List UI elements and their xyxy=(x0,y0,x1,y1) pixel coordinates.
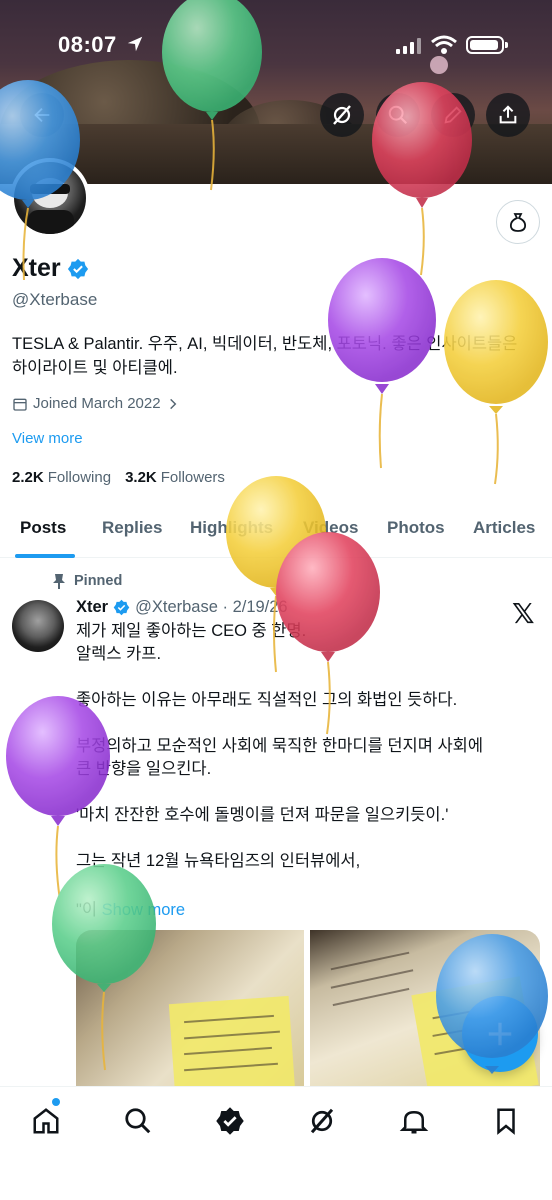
plus-icon xyxy=(488,1022,512,1046)
grok-icon xyxy=(310,1108,334,1134)
home-icon xyxy=(33,1108,59,1134)
home-notification-dot xyxy=(52,1098,60,1106)
post-line xyxy=(76,666,546,689)
chevron-right-icon[interactable] xyxy=(166,397,180,411)
post-body[interactable]: 제가 제일 좋아하는 CEO 중 한명. 알렉스 카프. 좋아하는 이유는 아무… xyxy=(76,620,546,873)
show-more-link[interactable]: Show more xyxy=(102,901,185,919)
nav-notifications[interactable] xyxy=(394,1101,434,1141)
back-button[interactable] xyxy=(20,93,64,137)
post-line: '마치 잔잔한 호수에 돌멩이를 던져 파문을 일으키듯이.' xyxy=(76,806,449,824)
follow-stats: 2.2K Following 3.2K Followers xyxy=(12,469,225,486)
nav-bookmarks[interactable] xyxy=(486,1101,526,1141)
battery-icon xyxy=(466,36,508,54)
nav-search[interactable] xyxy=(118,1101,158,1141)
verified-badge-icon xyxy=(67,258,88,279)
verified-badge-icon xyxy=(113,599,130,616)
wifi-icon xyxy=(431,35,457,54)
location-arrow-icon xyxy=(127,36,143,52)
subscribe-button[interactable] xyxy=(496,200,540,244)
followers-count: 3.2K xyxy=(125,469,157,486)
post-header: Xter @Xterbase · 2/19/26 xyxy=(76,598,288,617)
status-bar: 08:07 xyxy=(0,0,552,90)
verified-badge-icon xyxy=(216,1107,244,1135)
following-link[interactable]: 2.2K Following xyxy=(12,469,111,486)
bottom-nav xyxy=(0,1086,552,1200)
bio-line: TESLA & Palantir. 우주, AI, 빅데이터, 반도체, 포토닉… xyxy=(12,335,518,353)
followers-link[interactable]: 3.2K Followers xyxy=(125,469,225,486)
post-author-name[interactable]: Xter xyxy=(76,598,108,617)
share-icon xyxy=(499,105,517,124)
tab-highlights[interactable]: Highlights xyxy=(190,518,273,538)
post-line: 부정의하고 모순적인 사회에 묵직한 한마디를 던지며 사회에 xyxy=(76,737,484,755)
profile-handle: @Xterbase xyxy=(12,290,98,309)
post-handle-date: @Xterbase · 2/19/26 xyxy=(135,598,288,616)
tab-replies[interactable]: Replies xyxy=(102,518,162,538)
show-more-row: "이 Show more xyxy=(76,896,185,920)
pinned-text: Pinned xyxy=(74,573,123,589)
post-line: 그는 작년 12월 뉴욕타임즈의 인터뷰에서, xyxy=(76,852,361,870)
search-icon xyxy=(125,1108,151,1134)
bio-line: 하이라이트 및 아티클에. xyxy=(12,359,178,377)
compose-button[interactable] xyxy=(462,996,538,1072)
nav-grok[interactable] xyxy=(302,1101,342,1141)
profile-tabs: Posts Replies Highlights Videos Photos A… xyxy=(0,500,552,558)
following-label: Following xyxy=(47,469,112,486)
pin-icon xyxy=(53,574,65,589)
pinned-label: Pinned xyxy=(52,573,122,589)
share-button[interactable] xyxy=(486,93,530,137)
post-photo[interactable] xyxy=(76,930,304,1090)
back-arrow-icon xyxy=(34,107,50,123)
followers-label: Followers xyxy=(160,469,225,486)
search-button[interactable] xyxy=(376,93,420,137)
quote-start: "이 xyxy=(76,901,98,919)
post-line: 알렉스 카프. xyxy=(76,645,162,663)
nav-verified[interactable] xyxy=(210,1101,250,1141)
post-line xyxy=(76,712,546,735)
signal-icon xyxy=(396,38,421,54)
post-line: 제가 제일 좋아하는 CEO 중 한명. xyxy=(76,622,307,640)
profile-name-row: Xter xyxy=(12,254,89,283)
tab-photos[interactable]: Photos xyxy=(387,518,445,538)
edit-button[interactable] xyxy=(431,93,475,137)
post-line: 좋아하는 이유는 아무래도 직설적인 그의 화법인 듯하다. xyxy=(76,691,458,709)
profile-bio: TESLA & Palantir. 우주, AI, 빅데이터, 반도체, 포토닉… xyxy=(12,332,542,380)
money-bag-icon xyxy=(509,213,527,232)
grok-button[interactable] xyxy=(320,93,364,137)
view-more-link[interactable]: View more xyxy=(12,430,83,447)
post-line: 큰 반향을 일으킨다. xyxy=(76,760,212,778)
grok-icon xyxy=(333,105,351,125)
profile-avatar[interactable] xyxy=(10,158,90,238)
bookmark-icon xyxy=(497,1108,515,1135)
post-line xyxy=(76,827,546,850)
tab-videos[interactable]: Videos xyxy=(303,518,358,538)
search-icon xyxy=(388,105,408,125)
post-author-avatar[interactable] xyxy=(12,600,64,652)
active-tab-indicator xyxy=(15,554,75,558)
tab-posts[interactable]: Posts xyxy=(20,518,66,538)
following-count: 2.2K xyxy=(12,469,44,486)
joined-date: Joined March 2022 xyxy=(12,395,180,412)
profile-name: Xter xyxy=(12,254,61,282)
status-time: 08:07 xyxy=(58,32,117,57)
calendar-icon xyxy=(13,398,27,411)
pencil-icon xyxy=(444,106,462,124)
bell-icon xyxy=(399,1110,429,1134)
joined-text: Joined March 2022 xyxy=(33,395,161,412)
nav-home[interactable] xyxy=(26,1101,66,1141)
tab-articles[interactable]: Articles xyxy=(473,518,535,538)
post-line xyxy=(76,781,546,804)
